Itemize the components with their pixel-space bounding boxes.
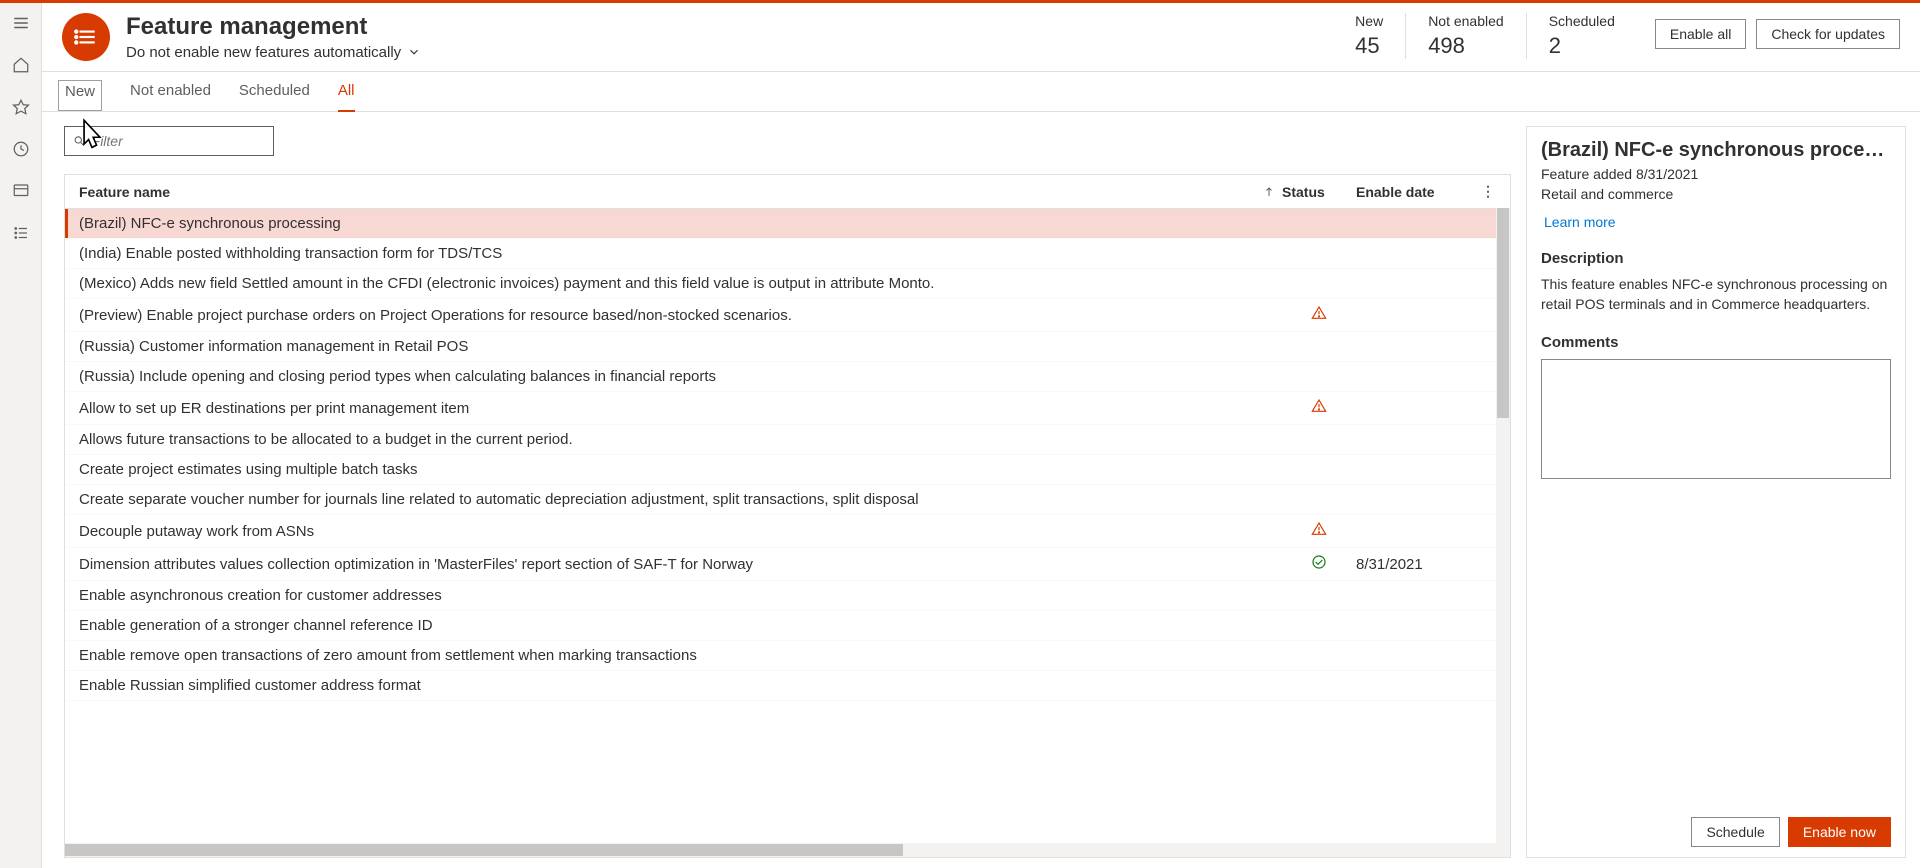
table-row[interactable]: Allows future transactions to be allocat…: [65, 425, 1510, 455]
horizontal-scrollbar[interactable]: [65, 843, 1510, 857]
table-row[interactable]: Allow to set up ER destinations per prin…: [65, 392, 1510, 425]
filter-input[interactable]: [92, 133, 265, 149]
status-cell: [1282, 398, 1356, 418]
table-row[interactable]: (Brazil) NFC-e synchronous processing: [65, 209, 1510, 239]
tab-all[interactable]: All: [338, 82, 355, 111]
table-row[interactable]: Enable asynchronous creation for custome…: [65, 581, 1510, 611]
description-text: This feature enables NFC-e synchronous p…: [1541, 275, 1891, 314]
table-row[interactable]: Create project estimates using multiple …: [65, 455, 1510, 485]
feature-name-cell: Enable remove open transactions of zero …: [65, 647, 1256, 664]
list-icon[interactable]: [7, 219, 35, 247]
description-label: Description: [1541, 250, 1891, 267]
feature-name-cell: Allows future transactions to be allocat…: [65, 431, 1256, 448]
feature-name-cell: Create separate voucher number for journ…: [65, 491, 1256, 508]
check-updates-button[interactable]: Check for updates: [1756, 19, 1900, 49]
chevron-down-icon: [407, 45, 421, 59]
hamburger-icon[interactable]: [7, 9, 35, 37]
feature-name-cell: (Russia) Include opening and closing per…: [65, 368, 1256, 385]
column-feature-name[interactable]: Feature name: [75, 184, 1256, 200]
warning-icon: [1311, 398, 1327, 418]
learn-more-link[interactable]: Learn more: [1541, 214, 1891, 230]
comments-label: Comments: [1541, 334, 1891, 351]
workspace-icon[interactable]: [7, 177, 35, 205]
page-header: Feature management Do not enable new fea…: [42, 3, 1920, 72]
check-icon: [1311, 554, 1327, 574]
home-icon[interactable]: [7, 51, 35, 79]
feature-name-cell: Enable Russian simplified customer addre…: [65, 677, 1256, 694]
stat-new[interactable]: New 45: [1333, 13, 1405, 59]
features-table: Feature name Status Enable date ⋮ (Brazi…: [64, 174, 1511, 858]
feature-name-cell: Allow to set up ER destinations per prin…: [65, 400, 1256, 417]
schedule-button[interactable]: Schedule: [1691, 817, 1779, 847]
detail-added: Feature added 8/31/2021: [1541, 166, 1891, 182]
vertical-scrollbar[interactable]: [1496, 208, 1510, 843]
feature-name-cell: (Preview) Enable project purchase orders…: [65, 307, 1256, 324]
status-cell: [1282, 521, 1356, 541]
table-row[interactable]: (Preview) Enable project purchase orders…: [65, 299, 1510, 332]
feature-name-cell: Enable asynchronous creation for custome…: [65, 587, 1256, 604]
stat-scheduled[interactable]: Scheduled 2: [1526, 13, 1637, 59]
comments-input[interactable]: [1541, 359, 1891, 479]
stat-not-enabled[interactable]: Not enabled 498: [1405, 13, 1526, 59]
table-row[interactable]: (Mexico) Adds new field Settled amount i…: [65, 269, 1510, 299]
sort-ascending-icon[interactable]: [1256, 186, 1282, 198]
feature-name-cell: (Brazil) NFC-e synchronous processing: [65, 215, 1256, 232]
column-more-icon[interactable]: ⋮: [1476, 183, 1500, 200]
stat-group: New 45 Not enabled 498 Scheduled 2: [1333, 13, 1637, 59]
page-title: Feature management: [126, 13, 421, 42]
table-row[interactable]: (Russia) Include opening and closing per…: [65, 362, 1510, 392]
nav-rail: [0, 3, 42, 868]
table-row[interactable]: Enable Russian simplified customer addre…: [65, 671, 1510, 701]
status-cell: [1282, 305, 1356, 325]
feature-name-cell: Create project estimates using multiple …: [65, 461, 1256, 478]
feature-name-cell: Dimension attributes values collection o…: [65, 556, 1256, 573]
column-status[interactable]: Status: [1282, 184, 1356, 200]
table-row[interactable]: (India) Enable posted withholding transa…: [65, 239, 1510, 269]
feature-name-cell: Enable generation of a stronger channel …: [65, 617, 1256, 634]
detail-title: (Brazil) NFC-e synchronous proce…: [1541, 139, 1891, 162]
feature-list-icon: [62, 13, 110, 61]
recent-icon[interactable]: [7, 135, 35, 163]
warning-icon: [1311, 521, 1327, 541]
feature-name-cell: (Mexico) Adds new field Settled amount i…: [65, 275, 1256, 292]
detail-module: Retail and commerce: [1541, 186, 1891, 202]
table-row[interactable]: Create separate voucher number for journ…: [65, 485, 1510, 515]
feature-name-cell: Decouple putaway work from ASNs: [65, 523, 1256, 540]
feature-name-cell: (Russia) Customer information management…: [65, 338, 1256, 355]
tab-bar: New Not enabled Scheduled All: [42, 72, 1920, 112]
table-row[interactable]: Dimension attributes values collection o…: [65, 548, 1510, 581]
table-row[interactable]: (Russia) Customer information management…: [65, 332, 1510, 362]
enable-all-button[interactable]: Enable all: [1655, 19, 1747, 49]
detail-pane: (Brazil) NFC-e synchronous proce… Featur…: [1526, 126, 1906, 858]
status-cell: [1282, 554, 1356, 574]
table-row[interactable]: Decouple putaway work from ASNs: [65, 515, 1510, 548]
warning-icon: [1311, 305, 1327, 325]
subtitle-text: Do not enable new features automatically: [126, 44, 401, 61]
column-enable-date[interactable]: Enable date: [1356, 184, 1476, 200]
enable-date-cell: 8/31/2021: [1356, 556, 1476, 573]
enable-now-button[interactable]: Enable now: [1788, 817, 1891, 847]
search-icon: [73, 134, 86, 148]
tab-scheduled[interactable]: Scheduled: [239, 82, 310, 111]
filter-input-wrap[interactable]: [64, 126, 274, 156]
tab-not-enabled[interactable]: Not enabled: [130, 82, 211, 111]
tab-new[interactable]: New: [58, 80, 102, 111]
table-row[interactable]: Enable remove open transactions of zero …: [65, 641, 1510, 671]
table-row[interactable]: Enable generation of a stronger channel …: [65, 611, 1510, 641]
feature-name-cell: (India) Enable posted withholding transa…: [65, 245, 1256, 262]
auto-enable-dropdown[interactable]: Do not enable new features automatically: [126, 44, 421, 61]
star-icon[interactable]: [7, 93, 35, 121]
